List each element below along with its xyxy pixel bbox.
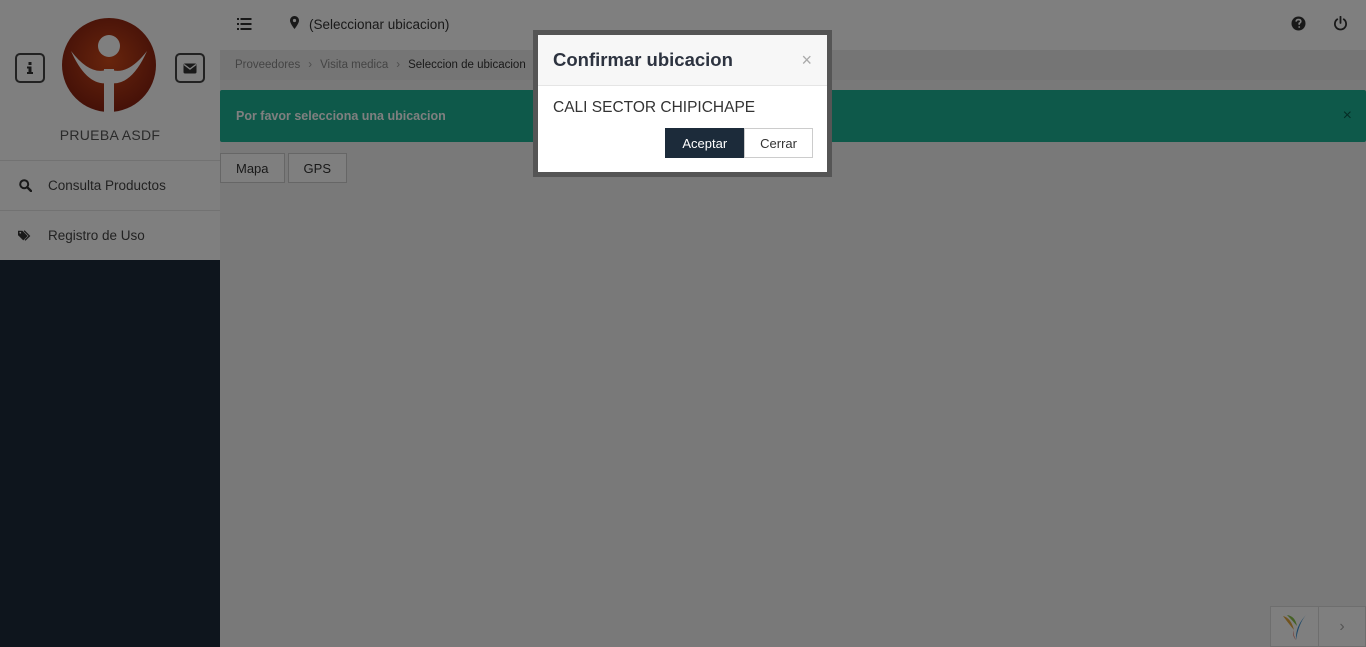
close-button[interactable]: Cerrar — [744, 128, 813, 158]
modal-actions: Aceptar Cerrar — [665, 128, 813, 158]
confirm-location-modal: Confirmar ubicacion × CALI SECTOR CHIPIC… — [533, 30, 832, 177]
accept-button[interactable]: Aceptar — [665, 128, 745, 158]
modal-body: CALI SECTOR CHIPICHAPE — [538, 86, 827, 130]
selected-location-text: CALI SECTOR CHIPICHAPE — [553, 99, 756, 116]
modal-title: Confirmar ubicacion — [553, 49, 733, 70]
modal-close-icon[interactable]: × — [801, 50, 812, 71]
modal-header: Confirmar ubicacion — [538, 35, 827, 86]
